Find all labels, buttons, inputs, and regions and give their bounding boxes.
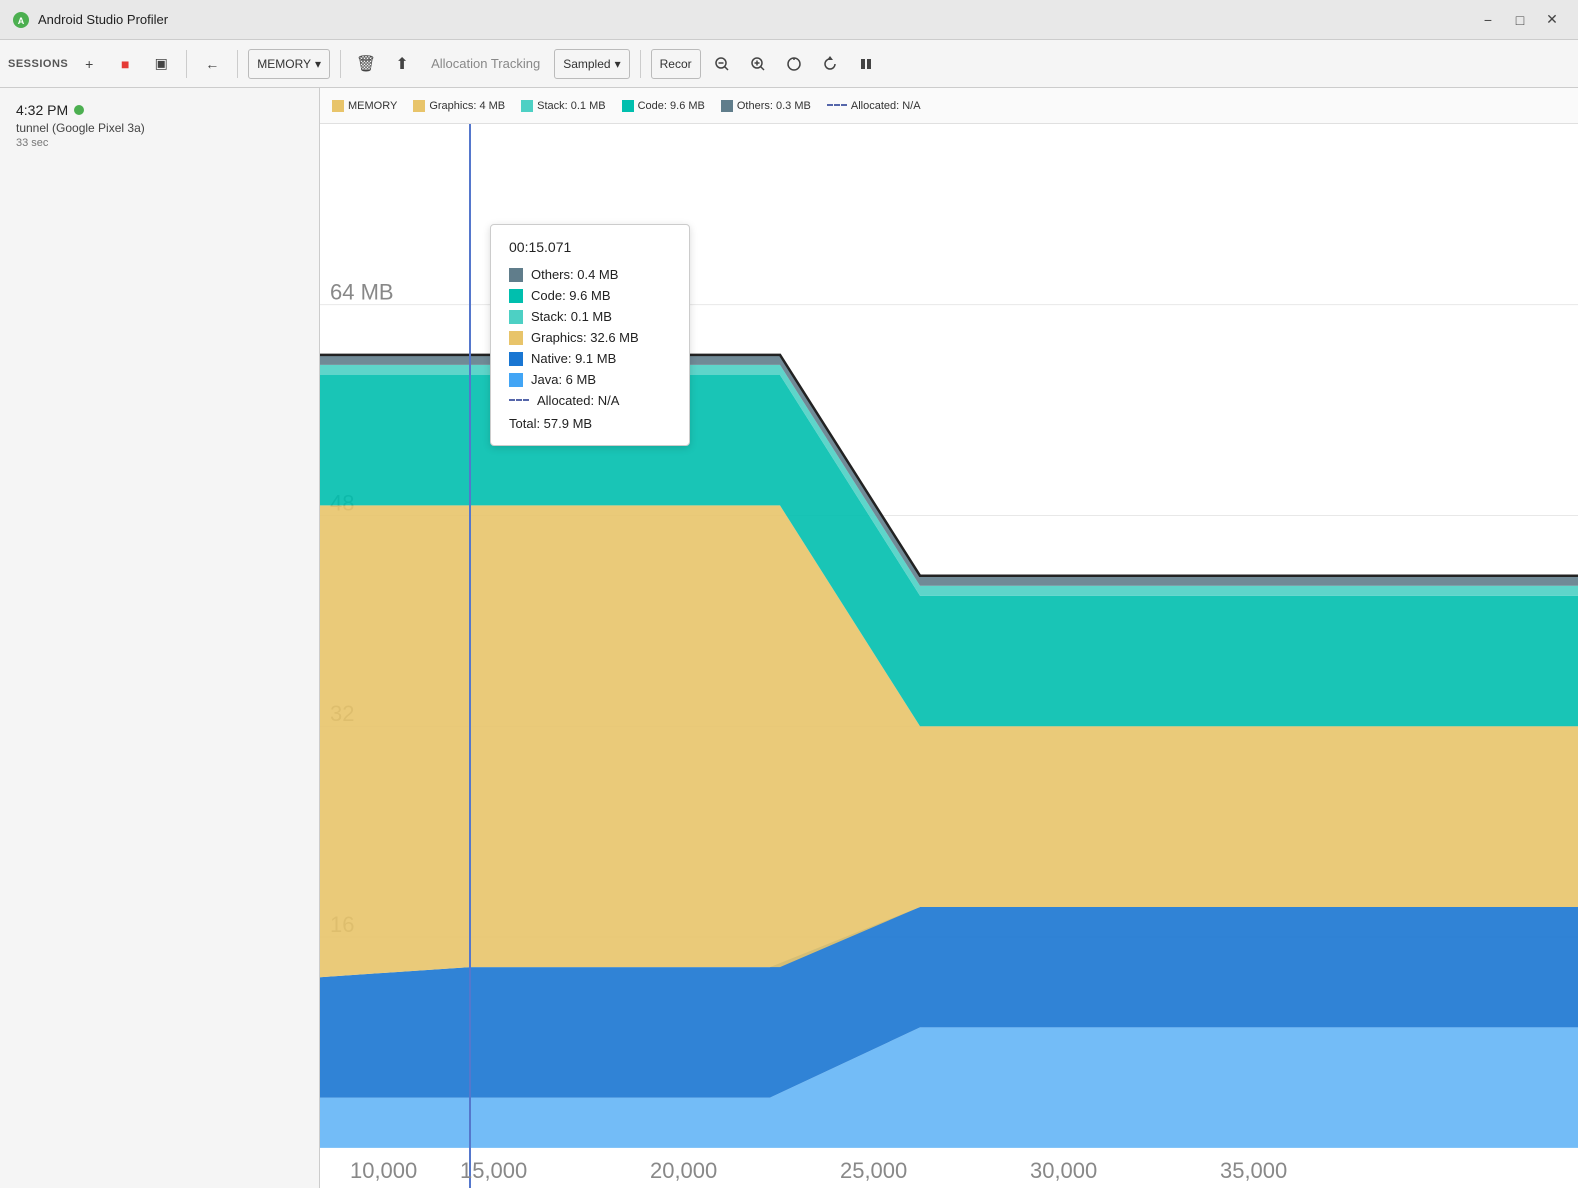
memory-dropdown[interactable]: MEMORY ▾	[248, 49, 330, 79]
maximize-button[interactable]: □	[1506, 6, 1534, 34]
tooltip-color-others	[509, 268, 523, 282]
tooltip-row-others: Others: 0.4 MB	[509, 267, 671, 282]
reset-zoom-button[interactable]	[779, 49, 809, 79]
session-time-text: 4:32 PM	[16, 102, 68, 118]
zoom-in-button[interactable]	[743, 49, 773, 79]
svg-text:30,000: 30,000	[1030, 1158, 1097, 1183]
tooltip-color-allocated	[509, 399, 529, 402]
tooltip-row-allocated: Allocated: N/A	[509, 393, 671, 408]
window-title: Android Studio Profiler	[38, 12, 168, 27]
sampled-label: Sampled	[563, 57, 610, 71]
svg-text:20,000: 20,000	[650, 1158, 717, 1183]
app-icon: A	[12, 11, 30, 29]
legend-item-stack: Stack: 0.1 MB	[521, 100, 605, 112]
legend-label-code: Code: 9.6 MB	[638, 100, 705, 112]
sessions-label: SESSIONS	[8, 58, 68, 70]
legend-label-allocated: Allocated: N/A	[851, 100, 921, 112]
add-session-button[interactable]: +	[74, 49, 104, 79]
legend-color-memory	[332, 100, 344, 112]
svg-text:64 MB: 64 MB	[330, 280, 394, 305]
legend-item-graphics: Graphics: 4 MB	[413, 100, 505, 112]
legend-bar: MEMORY Graphics: 4 MB Stack: 0.1 MB Code…	[320, 88, 1578, 124]
legend-item-others: Others: 0.3 MB	[721, 100, 811, 112]
session-item[interactable]: 4:32 PM tunnel (Google Pixel 3a) 33 sec	[0, 88, 319, 163]
svg-text:15,000: 15,000	[460, 1158, 527, 1183]
tooltip-color-graphics	[509, 331, 523, 345]
legend-color-others	[721, 100, 733, 112]
stop-button[interactable]: ■	[110, 49, 140, 79]
close-button[interactable]: ✕	[1538, 6, 1566, 34]
main-content: 4:32 PM tunnel (Google Pixel 3a) 33 sec …	[0, 88, 1578, 1188]
legend-color-allocated	[827, 104, 847, 107]
tooltip-row-stack: Stack: 0.1 MB	[509, 309, 671, 324]
tooltip-color-stack	[509, 310, 523, 324]
tooltip-color-code	[509, 289, 523, 303]
allocation-tracking-label: Allocation Tracking	[423, 56, 548, 71]
legend-item-memory: MEMORY	[332, 100, 397, 112]
legend-label-memory: MEMORY	[348, 100, 397, 112]
chart-svg-container[interactable]: 64 MB 48 32 16	[320, 124, 1578, 1188]
zoom-out-button[interactable]	[707, 49, 737, 79]
tooltip-label-graphics: Graphics: 32.6 MB	[531, 330, 639, 345]
tooltip-label-others: Others: 0.4 MB	[531, 267, 618, 282]
tooltip-color-native	[509, 352, 523, 366]
session-active-indicator	[74, 105, 84, 115]
tooltip-row-code: Code: 9.6 MB	[509, 288, 671, 303]
tooltip-label-native: Native: 9.1 MB	[531, 351, 616, 366]
tooltip-total: Total: 57.9 MB	[509, 416, 671, 431]
toolbar: SESSIONS + ■ ▣ ← MEMORY ▾ 🗑 ⬆ Allocation…	[0, 40, 1578, 88]
legend-label-others: Others: 0.3 MB	[737, 100, 811, 112]
tooltip-time: 00:15.071	[509, 239, 671, 255]
svg-text:25,000: 25,000	[840, 1158, 907, 1183]
legend-label-graphics: Graphics: 4 MB	[429, 100, 505, 112]
svg-text:A: A	[18, 16, 25, 26]
toolbar-divider-1	[186, 50, 187, 78]
title-bar: A Android Studio Profiler − □ ✕	[0, 0, 1578, 40]
legend-item-code: Code: 9.6 MB	[622, 100, 705, 112]
legend-color-graphics	[413, 100, 425, 112]
delete-button[interactable]: 🗑	[351, 49, 381, 79]
minimize-button[interactable]: −	[1474, 6, 1502, 34]
toolbar-divider-2	[237, 50, 238, 78]
toolbar-divider-4	[640, 50, 641, 78]
tooltip-color-java	[509, 373, 523, 387]
memory-dropdown-arrow: ▾	[315, 57, 321, 71]
memory-label: MEMORY	[257, 57, 311, 71]
session-time: 4:32 PM	[16, 102, 303, 118]
svg-text:35,000: 35,000	[1220, 1158, 1287, 1183]
legend-color-code	[622, 100, 634, 112]
record-label: Recor	[660, 57, 692, 71]
chart-area[interactable]: MEMORY Graphics: 4 MB Stack: 0.1 MB Code…	[320, 88, 1578, 1188]
sync-button[interactable]	[815, 49, 845, 79]
pause-button[interactable]	[851, 49, 881, 79]
layout-button[interactable]: ▣	[146, 49, 176, 79]
sampled-arrow: ▾	[615, 57, 621, 71]
memory-tooltip: 00:15.071 Others: 0.4 MB Code: 9.6 MB St…	[490, 224, 690, 446]
legend-item-allocated: Allocated: N/A	[827, 100, 921, 112]
tooltip-row-native: Native: 9.1 MB	[509, 351, 671, 366]
sampled-dropdown[interactable]: Sampled ▾	[554, 49, 629, 79]
legend-color-stack	[521, 100, 533, 112]
legend-label-stack: Stack: 0.1 MB	[537, 100, 605, 112]
tooltip-label-allocated: Allocated: N/A	[537, 393, 619, 408]
toolbar-divider-3	[340, 50, 341, 78]
record-button[interactable]: Recor	[651, 49, 701, 79]
session-duration: 33 sec	[16, 137, 303, 149]
tooltip-row-java: Java: 6 MB	[509, 372, 671, 387]
tooltip-label-code: Code: 9.6 MB	[531, 288, 611, 303]
session-device: tunnel (Google Pixel 3a)	[16, 121, 303, 135]
tooltip-label-stack: Stack: 0.1 MB	[531, 309, 612, 324]
back-button[interactable]: ←	[197, 49, 227, 79]
tooltip-label-java: Java: 6 MB	[531, 372, 596, 387]
sidebar: 4:32 PM tunnel (Google Pixel 3a) 33 sec	[0, 88, 320, 1188]
tooltip-row-graphics: Graphics: 32.6 MB	[509, 330, 671, 345]
export-button[interactable]: ⬆	[387, 49, 417, 79]
svg-text:10,000: 10,000	[350, 1158, 417, 1183]
